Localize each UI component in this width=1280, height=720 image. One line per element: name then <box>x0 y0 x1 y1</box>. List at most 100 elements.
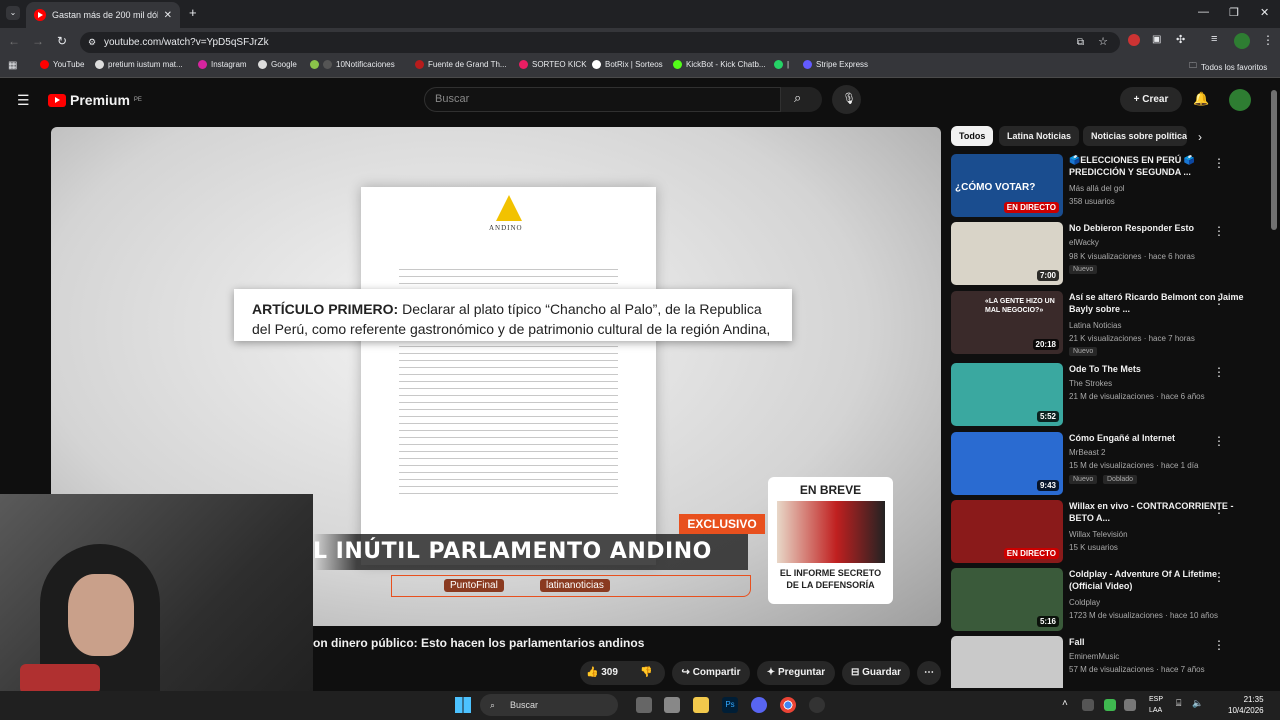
tray-app-2-icon[interactable] <box>1104 699 1116 711</box>
file-explorer-icon[interactable] <box>693 697 709 713</box>
rec-channel[interactable]: EminemMusic <box>1069 652 1119 661</box>
browser-tab[interactable]: Gastan más de 200 mil dólares ✕ <box>26 2 180 28</box>
rec-channel[interactable]: Más allá del gol <box>1069 184 1125 193</box>
chrome-icon[interactable] <box>780 697 796 713</box>
windows-start-icon[interactable] <box>455 697 471 713</box>
rec-menu-icon[interactable]: ⋮ <box>1213 224 1225 238</box>
bookmark-botrix[interactable]: BotRix | Sorteos <box>592 60 663 69</box>
obs-icon[interactable] <box>809 697 825 713</box>
bookmark-whatsapp[interactable]: | <box>774 60 789 69</box>
extension-2-icon[interactable]: ▣ <box>1152 34 1161 45</box>
bookmark-10notificaciones[interactable]: 10Notificaciones <box>310 60 395 69</box>
notifications-bell-icon[interactable]: 🔔 <box>1193 91 1209 107</box>
tab-search-icon[interactable]: ⌄ <box>6 6 20 20</box>
search-button[interactable]: ⌕ <box>781 87 822 112</box>
hamburger-menu-icon[interactable]: ☰ <box>17 92 30 109</box>
chip-noticias-politica[interactable]: Noticias sobre política <box>1083 126 1187 146</box>
rec-thumbnail[interactable]: EN DIRECTO <box>951 500 1063 563</box>
tray-app-3-icon[interactable] <box>1124 699 1136 711</box>
rec-thumbnail[interactable] <box>951 636 1063 688</box>
rec-menu-icon[interactable]: ⋮ <box>1213 156 1225 170</box>
site-info-icon[interactable]: ⚙ <box>88 32 96 53</box>
like-button[interactable]: 👍 309 <box>586 661 618 685</box>
search-input[interactable]: Buscar <box>424 87 781 112</box>
back-icon[interactable]: ← <box>8 34 20 48</box>
rec-thumbnail[interactable]: ¿CÓMO VOTAR? EN DIRECTO <box>951 154 1063 217</box>
restore-icon[interactable]: ❐ <box>1229 6 1239 19</box>
rec-menu-icon[interactable]: ⋮ <box>1213 638 1225 652</box>
tab-close-icon[interactable]: ✕ <box>164 10 172 21</box>
rec-channel[interactable]: Willax Televisión <box>1069 530 1128 539</box>
bookmark-pretium[interactable]: pretium iustum mat... <box>95 60 183 69</box>
rec-menu-icon[interactable]: ⋮ <box>1213 570 1225 584</box>
tab-list-icon[interactable]: ≡ <box>1211 33 1217 45</box>
ask-button[interactable]: ✦ Preguntar <box>757 661 835 685</box>
rec-channel[interactable]: elWacky <box>1069 238 1099 247</box>
voice-search-button[interactable]: 🎙 <box>832 85 861 114</box>
discord-icon[interactable] <box>751 697 767 713</box>
rec-menu-icon[interactable]: ⋮ <box>1213 502 1225 516</box>
photoshop-icon[interactable]: Ps <box>722 697 738 713</box>
rec-menu-icon[interactable]: ⋮ <box>1213 434 1225 448</box>
apps-grid-icon[interactable]: ▦ <box>8 60 17 71</box>
tray-app-icon[interactable] <box>1082 699 1094 711</box>
dislike-button[interactable]: 👎 <box>640 661 652 685</box>
chip-latina-noticias[interactable]: Latina Noticias <box>999 126 1080 146</box>
bookmark-all-folders[interactable]: 🗀 Todos los favoritos <box>1189 60 1267 74</box>
reload-icon[interactable]: ↻ <box>57 34 67 48</box>
bookmark-youtube[interactable]: YouTube <box>40 60 84 69</box>
rec-channel[interactable]: MrBeast 2 <box>1069 448 1105 457</box>
rec-thumbnail[interactable]: 5:52 <box>951 363 1063 426</box>
bookmark-sorteo-kick[interactable]: SORTEO KICK <box>519 60 587 69</box>
rec-channel[interactable]: The Strokes <box>1069 379 1112 388</box>
rec-item[interactable]: 5:52 Ode To The Mets The Strokes 21 M de… <box>951 363 1261 426</box>
minimize-icon[interactable]: — <box>1198 6 1209 18</box>
volume-icon[interactable]: 🔈 <box>1192 698 1203 709</box>
taskbar-search[interactable]: ⌕ Buscar <box>480 694 618 716</box>
url-field[interactable]: ⚙ youtube.com/watch?v=YpD5qSFJrZk ☆ ⧉ <box>80 32 1120 53</box>
network-icon[interactable]: ⌸ <box>1176 698 1181 709</box>
bookmark-kickbot[interactable]: KickBot - Kick Chatb... <box>673 60 766 69</box>
rec-item[interactable]: 7:00 No Debieron Responder Esto elWacky … <box>951 222 1261 285</box>
rec-menu-icon[interactable]: ⋮ <box>1213 365 1225 379</box>
more-actions-button[interactable]: ⋯ <box>917 661 941 685</box>
tray-chevron-icon[interactable]: ˄ <box>1062 698 1068 709</box>
install-icon[interactable]: ⧉ <box>1077 32 1084 53</box>
bookmark-instagram[interactable]: Instagram <box>198 60 247 69</box>
rec-thumbnail[interactable]: 9:43 <box>951 432 1063 495</box>
create-button[interactable]: + Crear <box>1120 87 1182 112</box>
chip-todos[interactable]: Todos <box>951 126 994 146</box>
chips-next-icon[interactable]: › <box>1198 130 1202 144</box>
forward-icon[interactable]: → <box>32 34 44 48</box>
bookmark-google[interactable]: Google <box>258 60 297 69</box>
extension-icon[interactable] <box>1128 34 1140 46</box>
rec-item[interactable]: 9:43 Cómo Engañé al Internet MrBeast 2 1… <box>951 432 1261 495</box>
bookmark-stripe[interactable]: Stripe Express <box>803 60 868 69</box>
app-icon[interactable] <box>664 697 680 713</box>
close-window-icon[interactable]: ✕ <box>1260 6 1269 19</box>
rec-item[interactable]: EN DIRECTO Willax en vivo - CONTRACORRIE… <box>951 500 1261 563</box>
new-tab-icon[interactable]: + <box>189 5 197 20</box>
rec-thumbnail[interactable]: 7:00 <box>951 222 1063 285</box>
rec-channel[interactable]: Coldplay <box>1069 598 1100 607</box>
save-button[interactable]: ⊟ Guardar <box>842 661 910 685</box>
rec-channel[interactable]: Latina Noticias <box>1069 321 1121 330</box>
task-view-icon[interactable] <box>636 697 652 713</box>
rec-item[interactable]: «LA GENTE HIZO UN MAL NEGOCIO?» 20:18 As… <box>951 291 1261 356</box>
rec-thumbnail[interactable]: «LA GENTE HIZO UN MAL NEGOCIO?» 20:18 <box>951 291 1063 354</box>
rec-item[interactable]: 5:16 Coldplay - Adventure Of A Lifetime … <box>951 568 1261 631</box>
rec-thumbnail[interactable]: 5:16 <box>951 568 1063 631</box>
bookmark-grand-theft[interactable]: Fuente de Grand Th... <box>415 60 507 69</box>
puzzle-icon[interactable]: ✣ <box>1176 33 1185 46</box>
page-scrollbar[interactable] <box>1271 90 1277 230</box>
bookmark-star-icon[interactable]: ☆ <box>1098 32 1108 53</box>
youtube-logo[interactable]: Premium PE <box>48 92 142 108</box>
account-avatar[interactable] <box>1229 89 1251 111</box>
profile-avatar[interactable] <box>1234 33 1250 49</box>
menu-kebab-icon[interactable]: ⋮ <box>1262 33 1274 47</box>
rec-item[interactable]: ¿CÓMO VOTAR? EN DIRECTO 🗳️ELECCIONES EN … <box>951 154 1261 217</box>
system-clock[interactable]: 21:35 10/4/2026 <box>1228 694 1264 716</box>
language-indicator[interactable]: ESP LAA <box>1149 694 1163 716</box>
share-button[interactable]: ↪ Compartir <box>672 661 750 685</box>
rec-menu-icon[interactable]: ⋮ <box>1213 293 1225 307</box>
